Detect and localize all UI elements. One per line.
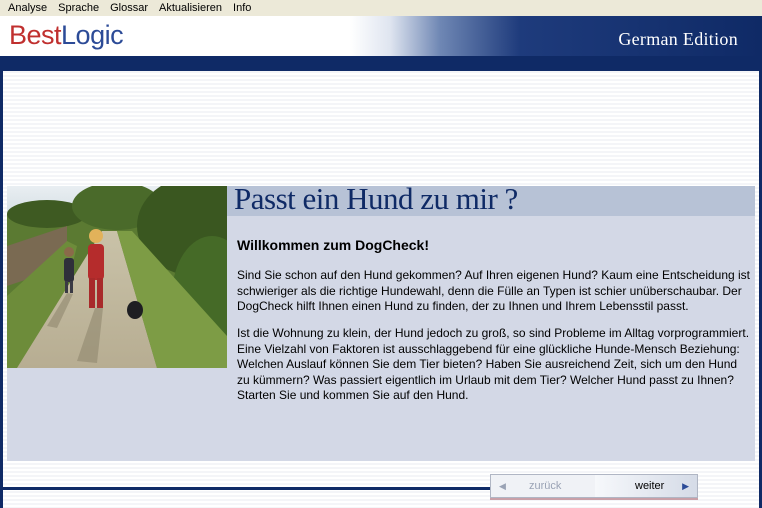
brand-logo-part2: Logic [61, 20, 124, 50]
brand-logo: BestLogic [9, 20, 124, 51]
navigation-controls: ◀ zurück weiter ▶ [490, 474, 698, 498]
back-button[interactable]: ◀ zurück [491, 475, 595, 497]
brand-logo-part1: Best [9, 20, 62, 50]
header-band [0, 56, 762, 71]
triangle-right-icon: ▶ [682, 480, 689, 491]
menu-info[interactable]: Info [227, 0, 256, 16]
page-title: Passt ein Hund zu mir ? [234, 181, 518, 216]
footer-line [3, 487, 491, 490]
menu-bar: Analyse Sprache Glossar Aktualisieren In… [0, 0, 762, 16]
menu-aktualisieren[interactable]: Aktualisieren [153, 0, 227, 16]
app-header: BestLogic German Edition [0, 16, 762, 56]
menu-analyse[interactable]: Analyse [0, 0, 52, 16]
intro-paragraph-2: Ist die Wohnung zu klein, der Hund jedoc… [237, 326, 750, 402]
dog-walk-photo [7, 186, 227, 368]
next-button[interactable]: weiter ▶ [595, 475, 697, 497]
menu-sprache[interactable]: Sprache [52, 0, 104, 16]
intro-paragraph-1: Sind Sie schon auf den Hund gekommen? Au… [237, 268, 751, 313]
menu-glossar[interactable]: Glossar [104, 0, 153, 16]
triangle-left-icon: ◀ [499, 480, 506, 491]
edition-label: German Edition [618, 29, 738, 49]
welcome-heading: Willkommen zum DogCheck! [237, 237, 430, 253]
back-button-label: zurück [529, 480, 562, 492]
next-button-label: weiter [635, 480, 665, 492]
